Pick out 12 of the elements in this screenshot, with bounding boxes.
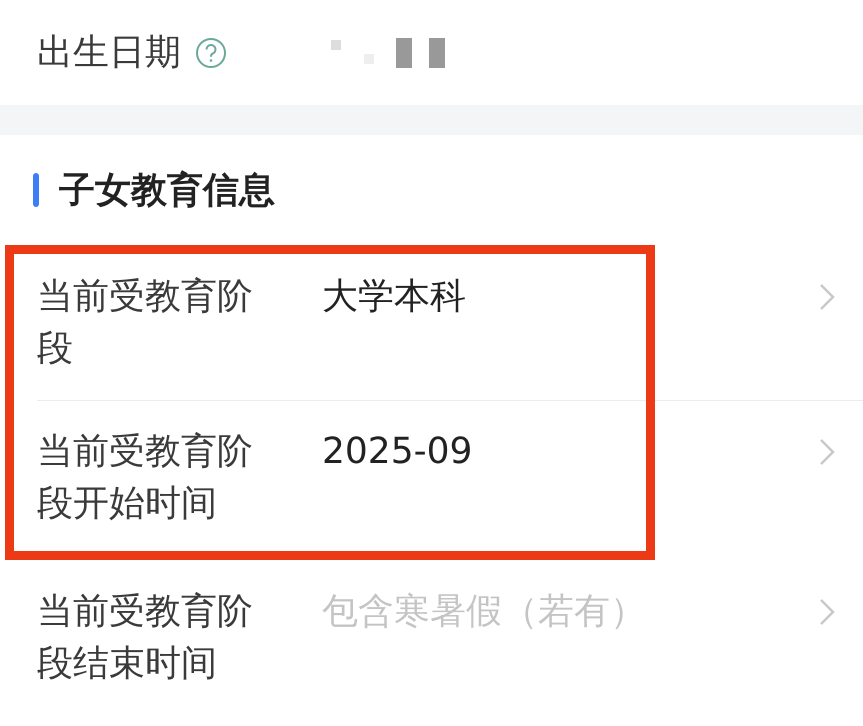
- help-icon[interactable]: [195, 36, 227, 68]
- chevron-right-icon[interactable]: [819, 598, 835, 626]
- section-marker: [33, 173, 39, 207]
- field-value[interactable]: 2025-09: [322, 426, 863, 478]
- field-label: 当前受教育阶段开始时间: [37, 430, 254, 526]
- field-value[interactable]: 大学本科: [322, 271, 863, 323]
- section-title: 子女教育信息: [59, 168, 275, 212]
- chevron-right-icon[interactable]: [819, 283, 835, 311]
- field-label: 当前受教育阶段结束时间: [37, 590, 254, 686]
- field-label: 当前受教育阶段: [37, 275, 254, 371]
- field-label: 出生日期: [37, 31, 181, 75]
- chevron-right-icon[interactable]: [819, 438, 835, 466]
